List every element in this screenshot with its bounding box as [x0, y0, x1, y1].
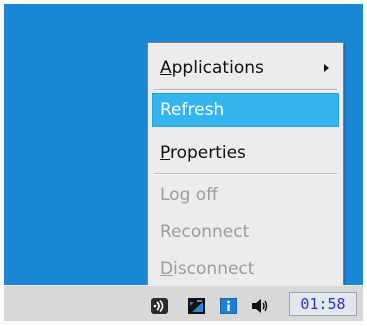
- menu-item-refresh[interactable]: Refresh: [152, 93, 339, 127]
- info-icon[interactable]: [220, 298, 237, 314]
- menu-item-disconnect[interactable]: Disconnect: [152, 252, 339, 286]
- menu-separator: [154, 89, 337, 91]
- menu-item-label: pplications: [171, 58, 264, 78]
- menu-item-mnemonic: A: [160, 58, 172, 78]
- menu-item-label: roperties: [169, 143, 246, 163]
- menu-item-label: isconnect: [173, 259, 255, 279]
- clock[interactable]: 01:58: [289, 292, 357, 316]
- menu-item-mnemonic: P: [160, 143, 170, 163]
- menu-separator: [154, 173, 337, 175]
- network-icon[interactable]: [151, 298, 168, 314]
- submenu-arrow-icon: [324, 64, 329, 72]
- menu-item-properties[interactable]: Properties: [152, 136, 339, 170]
- taskbar: 01:58: [4, 285, 363, 321]
- menu-item-reconnect[interactable]: Reconnect: [152, 215, 339, 249]
- menu-item-log-off[interactable]: Log off: [152, 178, 339, 212]
- menu-item-label: Reconnect: [160, 222, 250, 242]
- context-menu: Applications Refresh Properties Log off …: [147, 42, 344, 291]
- menu-item-applications[interactable]: Applications: [152, 51, 339, 85]
- speaker-icon[interactable]: [251, 298, 268, 314]
- menu-item-mnemonic: D: [160, 259, 174, 279]
- display-icon[interactable]: [188, 298, 205, 314]
- menu-item-label: Refresh: [160, 100, 225, 120]
- menu-item-label: Log off: [160, 185, 218, 205]
